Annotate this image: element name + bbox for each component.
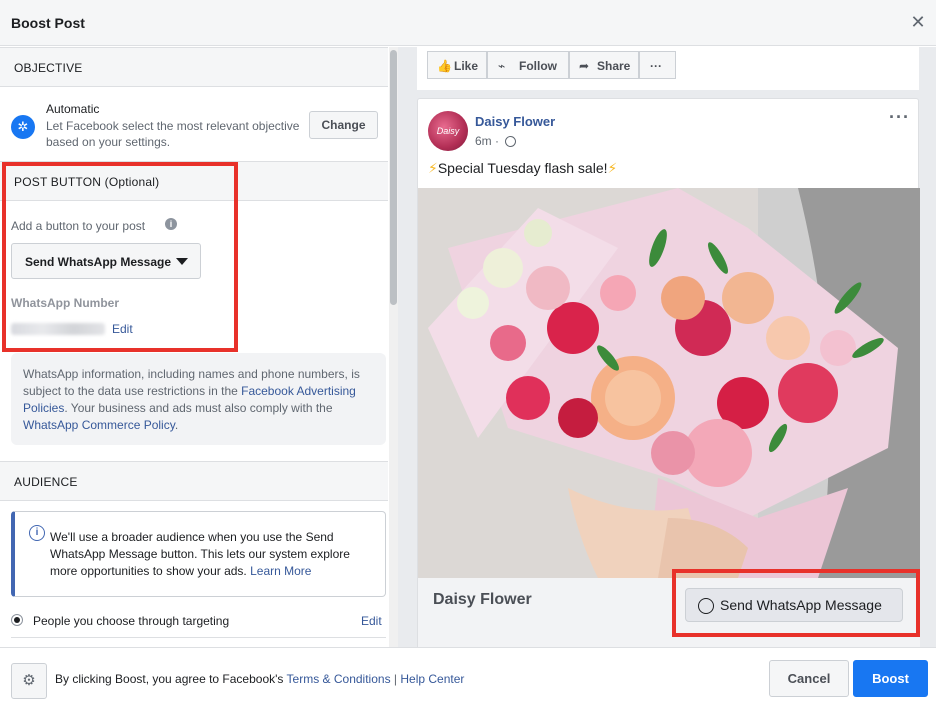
info-circle-icon: i (29, 525, 45, 541)
lightning-icon: ⚡ (607, 160, 618, 176)
dialog-footer: ⚙ By clicking Boost, you agree to Facebo… (0, 647, 936, 709)
notice-text-2: . Your business and ads must also comply… (64, 401, 333, 415)
thumbs-up-icon: 👍 (437, 59, 452, 73)
audience-info-text: We'll use a broader audience when you us… (50, 529, 375, 580)
objective-section-header: OBJECTIVE (0, 47, 388, 87)
globe-icon (505, 136, 516, 147)
notice-text-3: . (174, 418, 179, 432)
post-timestamp: 6m · (475, 134, 499, 148)
like-button[interactable]: 👍 Like (427, 51, 487, 79)
highlight-box-post-button (2, 162, 238, 352)
commerce-policy-link[interactable]: WhatsApp Commerce Policy (23, 418, 175, 432)
footer-text-prefix: By clicking Boost, you agree to Facebook… (55, 672, 287, 686)
follow-button[interactable]: ⌁ Follow (487, 51, 569, 79)
lightning-icon: ⚡ (428, 160, 438, 176)
targeting-option-label: People you choose through targeting (33, 614, 230, 628)
objective-title: Automatic (46, 102, 100, 116)
page-name-link[interactable]: Daisy Flower (475, 114, 555, 129)
learn-more-link[interactable]: Learn More (250, 564, 311, 578)
dialog-titlebar: Boost Post ✕ (0, 0, 936, 46)
bouquet-illustration (418, 188, 920, 578)
edit-audience-link[interactable]: Edit (361, 614, 382, 628)
audience-info-box: i We'll use a broader audience when you … (11, 511, 386, 597)
targeting-radio[interactable] (11, 614, 23, 626)
help-center-link[interactable]: Help Center (400, 672, 464, 686)
terms-link[interactable]: Terms & Conditions (287, 672, 391, 686)
follow-label: Follow (519, 59, 557, 73)
more-actions-button[interactable]: ··· (639, 51, 676, 79)
post-photo-bouquet[interactable] (418, 188, 920, 578)
share-button[interactable]: ➦ Share (569, 51, 639, 79)
change-objective-button[interactable]: Change (309, 111, 378, 139)
post-options-icon[interactable]: ··· (889, 107, 910, 128)
audience-heading: AUDIENCE (14, 475, 78, 489)
automatic-objective-icon: ✲ (11, 115, 35, 139)
footer-terms-text: By clicking Boost, you agree to Facebook… (55, 672, 464, 686)
objective-description: Let Facebook select the most relevant ob… (46, 119, 300, 149)
divider (11, 637, 386, 638)
close-icon[interactable]: ✕ (908, 12, 928, 32)
share-arrow-icon: ➦ (579, 59, 590, 73)
post-preview: Daisy Daisy Flower 6m · ··· ⚡Special Tue… (417, 98, 920, 647)
page-avatar[interactable]: Daisy (428, 111, 468, 151)
dialog-title: Boost Post (11, 15, 85, 31)
highlight-box-cta (672, 569, 920, 637)
post-text-body: Special Tuesday flash sale! (437, 160, 608, 176)
like-label: Like (454, 59, 479, 73)
footer-separator: | (390, 672, 401, 686)
gear-icon[interactable]: ⚙ (11, 663, 47, 699)
preview-panel: 👍 Like ⌁ Follow ➦ Share ··· Daisy Daisy … (398, 47, 936, 647)
scrollbar-thumb[interactable] (390, 50, 397, 305)
preview-action-bar: 👍 Like ⌁ Follow ➦ Share ··· (417, 47, 919, 90)
audience-section-header: AUDIENCE (0, 461, 388, 501)
cta-page-title: Daisy Flower (433, 591, 532, 608)
cancel-button[interactable]: Cancel (769, 660, 849, 697)
whatsapp-policy-notice: WhatsApp information, including names an… (11, 353, 386, 445)
more-dots-icon: ··· (650, 59, 662, 73)
objective-heading: OBJECTIVE (14, 61, 83, 75)
share-label: Share (597, 59, 631, 73)
left-scrollbar[interactable] (389, 47, 398, 647)
post-text: ⚡Special Tuesday flash sale!⚡ (428, 160, 617, 177)
boost-button[interactable]: Boost (853, 660, 928, 697)
rss-icon: ⌁ (498, 59, 506, 73)
